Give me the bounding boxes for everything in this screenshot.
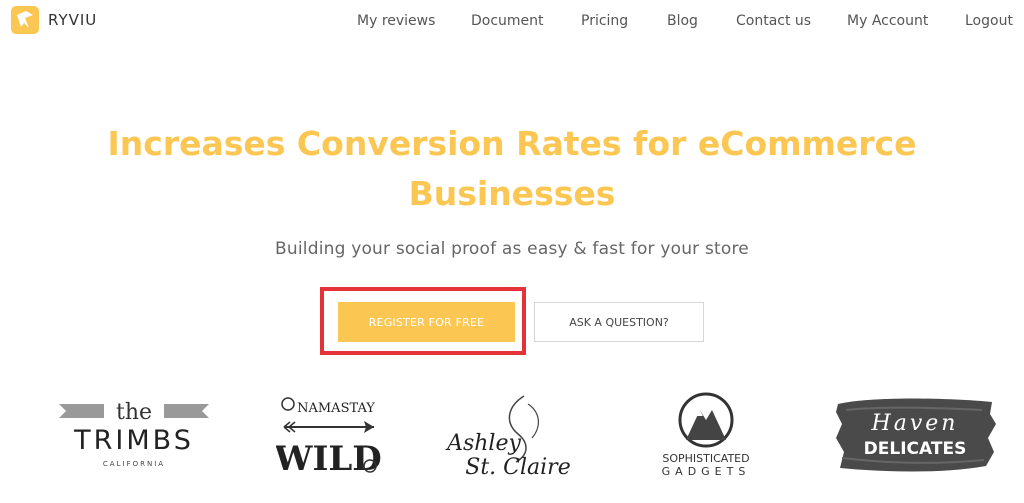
nav-blog[interactable]: Blog [667, 13, 698, 29]
trimbs-small-text: the [116, 400, 152, 425]
register-button[interactable]: REGISTER FOR FREE [338, 302, 515, 342]
nav-logout[interactable]: Logout [965, 13, 1013, 29]
nav-contact-us[interactable]: Contact us [736, 13, 811, 29]
nav-document[interactable]: Document [471, 13, 544, 29]
haven-line1-text: Haven [871, 411, 959, 436]
hero-title-line1: Increases Conversion Rates for eCommerce [107, 124, 917, 163]
hero-title-line2: Businesses [408, 174, 616, 213]
trimbs-sub-text: CALIFORNIA [103, 460, 165, 468]
logo-ashley-st-claire: Ashley St. Claire [444, 390, 574, 482]
ashley-line2-text: St. Claire [465, 455, 570, 480]
namastay-top-text: NAMASTAY [297, 401, 375, 416]
logo-sophisticated-gadgets: SOPHISTICATED GADGETS [640, 392, 772, 478]
ashley-line1-text: Ashley [445, 431, 521, 456]
haven-line2-text: DELICATES [864, 439, 967, 459]
nav-my-account[interactable]: My Account [847, 13, 928, 29]
logo-haven-delicates: Haven DELICATES [832, 394, 998, 476]
nav-pricing[interactable]: Pricing [581, 13, 628, 29]
namastay-bottom-text: WILD [276, 439, 382, 479]
logo-namastay-wild: NAMASTAY WILD [273, 392, 386, 480]
gadgets-line2-text: GADGETS [662, 465, 751, 478]
trimbs-main-text: TRIMBS [73, 425, 194, 456]
hero-subtitle: Building your social proof as easy & fas… [275, 239, 749, 259]
hero-title: Increases Conversion Rates for eCommerce… [60, 119, 964, 219]
ask-question-button[interactable]: ASK A QUESTION? [534, 302, 704, 342]
nav-my-reviews[interactable]: My reviews [357, 13, 435, 29]
top-nav: My reviews Document Pricing Blog Contact… [0, 13, 1024, 33]
gadgets-line1-text: SOPHISTICATED [662, 452, 749, 465]
logo-the-trimbs: the TRIMBS CALIFORNIA [52, 398, 216, 472]
